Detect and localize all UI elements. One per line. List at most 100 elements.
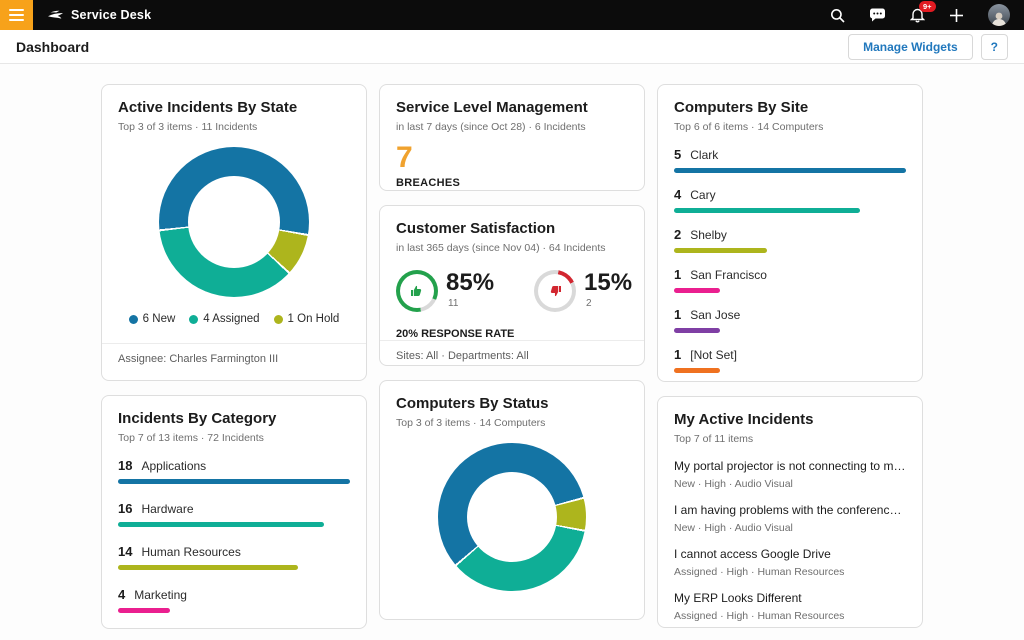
app-title: Service Desk bbox=[71, 8, 151, 22]
widget-footer-filters: Sites: All · Departments: All bbox=[380, 340, 644, 363]
widget-footer-assignee: Assignee: Charles Farmington III bbox=[102, 343, 366, 366]
widget-my-active-incidents: My Active Incidents Top 7 of 11 items My… bbox=[657, 396, 923, 628]
widget-subtitle: Top 6 of 6 items · 14 Computers bbox=[674, 121, 906, 133]
bar-fill bbox=[118, 479, 350, 484]
widget-title: Active Incidents By State bbox=[118, 99, 350, 116]
manage-widgets-button[interactable]: Manage Widgets bbox=[848, 34, 973, 60]
widget-title: Customer Satisfaction bbox=[396, 220, 628, 237]
bar-label: Human Resources bbox=[141, 545, 240, 559]
bar-fill bbox=[674, 288, 720, 293]
incident-meta: New · High · Audio Visual bbox=[674, 478, 906, 490]
legend-dot bbox=[129, 315, 138, 324]
widget-subtitle: Top 7 of 11 items bbox=[674, 433, 906, 445]
list-item: I cannot access Google Drive Assigned · … bbox=[674, 547, 906, 578]
bar-value: 4 bbox=[674, 187, 681, 202]
widget-subtitle: in last 7 days (since Oct 28) · 6 Incide… bbox=[396, 121, 628, 133]
incidents-by-state-donut-chart bbox=[159, 147, 309, 297]
satisfied-stat: 85% 11 bbox=[396, 270, 494, 312]
satisfied-ring-chart bbox=[396, 270, 438, 312]
thumbs-up-icon bbox=[410, 284, 424, 298]
app-logo-icon bbox=[47, 8, 64, 22]
list-item: My ERP Looks Different Assigned · High ·… bbox=[674, 591, 906, 622]
incident-meta: New · High · Audio Visual bbox=[674, 522, 906, 534]
bar-fill bbox=[674, 368, 720, 373]
dissatisfied-stat: 15% 2 bbox=[534, 270, 632, 312]
widget-customer-satisfaction: Customer Satisfaction in last 365 days (… bbox=[379, 205, 645, 366]
bar-row[interactable]: 2 Shelby bbox=[674, 227, 906, 253]
bar-value: 14 bbox=[118, 544, 132, 559]
bar-fill bbox=[118, 608, 170, 613]
bar-row[interactable]: 18Applications bbox=[118, 458, 350, 484]
incident-link[interactable]: I cannot access Google Drive bbox=[674, 547, 906, 562]
bar-row[interactable]: 1 San Francisco bbox=[674, 267, 906, 293]
bar-row[interactable]: 5Clark bbox=[674, 147, 906, 173]
incident-link[interactable]: My ERP Looks Different bbox=[674, 591, 906, 606]
bar-label: Marketing bbox=[134, 588, 187, 602]
legend-label: 4 Assigned bbox=[203, 313, 259, 325]
bar-label: San Francisco bbox=[690, 268, 767, 282]
incident-link[interactable]: I am having problems with the conference… bbox=[674, 503, 906, 518]
bar-value: 1 bbox=[674, 267, 681, 282]
bar-fill bbox=[118, 565, 298, 570]
widget-computers-by-site: Computers By Site Top 6 of 6 items · 14 … bbox=[657, 84, 923, 382]
widget-title: Computers By Site bbox=[674, 99, 906, 116]
add-icon[interactable] bbox=[949, 8, 964, 23]
bar-row[interactable]: 4 Marketing bbox=[118, 587, 350, 613]
category-bar-chart: 18Applications 16Hardware 14 Human Resour… bbox=[118, 458, 350, 613]
bar-fill bbox=[674, 328, 720, 333]
page-header: Dashboard Manage Widgets ? bbox=[0, 30, 1024, 64]
legend-label: 6 New bbox=[143, 313, 176, 325]
bar-row[interactable]: 14 Human Resources bbox=[118, 544, 350, 570]
widget-title: Service Level Management bbox=[396, 99, 628, 116]
search-icon[interactable] bbox=[830, 8, 845, 23]
satisfied-percent: 85% bbox=[446, 270, 494, 296]
bar-row[interactable]: 16Hardware bbox=[118, 501, 350, 527]
app-brand: Service Desk bbox=[47, 8, 151, 22]
bar-value: 4 bbox=[118, 587, 125, 602]
bar-row[interactable]: 4 Cary bbox=[674, 187, 906, 213]
widget-title: My Active Incidents bbox=[674, 411, 906, 428]
chart-legend: 6 New 4 Assigned 1 On Hold bbox=[118, 313, 350, 325]
bar-label: Applications bbox=[141, 459, 206, 473]
dissatisfied-ring-chart bbox=[534, 270, 576, 312]
bar-value: 2 bbox=[674, 227, 681, 242]
legend-label: 1 On Hold bbox=[288, 313, 340, 325]
bar-fill bbox=[118, 522, 324, 527]
bar-label: Cary bbox=[690, 188, 715, 202]
widget-computers-by-status: Computers By Status Top 3 of 3 items · 1… bbox=[379, 380, 645, 620]
notifications-icon[interactable]: 9+ bbox=[910, 7, 925, 23]
bar-label: Shelby bbox=[690, 228, 727, 242]
legend-item-assigned[interactable]: 4 Assigned bbox=[189, 313, 259, 325]
legend-item-on-hold[interactable]: 1 On Hold bbox=[274, 313, 340, 325]
avatar[interactable] bbox=[988, 4, 1010, 26]
incident-meta: Assigned · High · Human Resources bbox=[674, 566, 906, 578]
top-bar: Service Desk 9+ bbox=[0, 0, 1024, 30]
breaches-label: BREACHES bbox=[396, 177, 628, 189]
incident-link[interactable]: My portal projector is not connecting to… bbox=[674, 459, 906, 474]
dashboard-content: Active Incidents By State Top 3 of 3 ite… bbox=[101, 64, 923, 629]
response-rate: 20% RESPONSE RATE bbox=[396, 328, 628, 340]
incident-meta: Assigned · High · Human Resources bbox=[674, 610, 906, 622]
site-bar-chart: 5Clark 4 Cary 2 Shelby 1 San Francisco 1San… bbox=[674, 147, 906, 373]
bar-value: 5 bbox=[674, 147, 681, 162]
list-item: I am having problems with the conference… bbox=[674, 503, 906, 534]
bar-row[interactable]: 1San Jose bbox=[674, 307, 906, 333]
bar-value: 1 bbox=[674, 347, 681, 362]
breaches-count: 7 bbox=[396, 143, 628, 173]
chat-icon[interactable] bbox=[869, 8, 886, 23]
widget-subtitle: Top 7 of 13 items · 72 Incidents bbox=[118, 432, 350, 444]
widget-subtitle: Top 3 of 3 items · 11 Incidents bbox=[118, 121, 350, 133]
bar-fill bbox=[674, 168, 906, 173]
bar-label: [Not Set] bbox=[690, 348, 737, 362]
list-item: My portal projector is not connecting to… bbox=[674, 459, 906, 490]
thumbs-down-icon bbox=[548, 284, 562, 298]
bar-row[interactable]: 1 [Not Set] bbox=[674, 347, 906, 373]
help-button[interactable]: ? bbox=[981, 34, 1008, 60]
notification-badge: 9+ bbox=[919, 1, 936, 12]
legend-dot bbox=[274, 315, 283, 324]
legend-item-new[interactable]: 6 New bbox=[129, 313, 176, 325]
widget-subtitle: in last 365 days (since Nov 04) · 64 Inc… bbox=[396, 242, 628, 254]
menu-icon[interactable] bbox=[0, 0, 33, 30]
satisfied-count: 11 bbox=[448, 298, 494, 309]
bar-fill bbox=[674, 248, 767, 253]
